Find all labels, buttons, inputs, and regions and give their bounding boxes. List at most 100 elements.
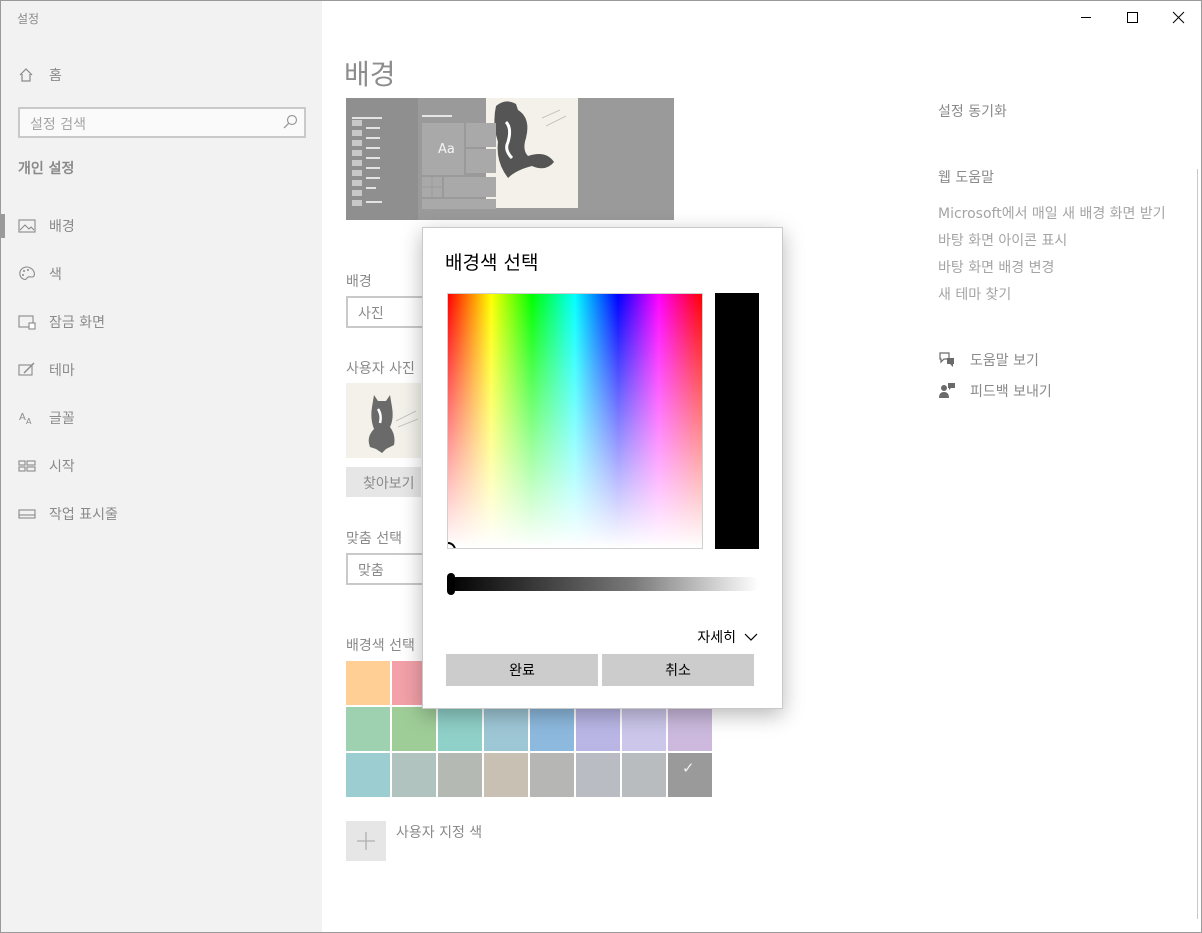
close-button[interactable] xyxy=(1155,1,1201,34)
color-swatch[interactable] xyxy=(484,707,528,751)
app-title: 설정 xyxy=(17,12,40,26)
color-swatch[interactable] xyxy=(346,707,390,751)
custom-color-label[interactable]: 사용자 지정 색 xyxy=(396,822,482,842)
brightness-slider-thumb[interactable] xyxy=(447,573,455,595)
cancel-button[interactable]: 취소 xyxy=(602,654,754,686)
fit-dropdown-value: 맞춤 xyxy=(358,563,384,579)
chevron-down-icon xyxy=(744,633,758,641)
background-dropdown[interactable]: 사진 xyxy=(346,296,426,328)
preview-tile-text: Aa xyxy=(438,142,455,157)
section-title: 개인 설정 xyxy=(18,161,75,177)
sidebar-item-label: 글꼴 xyxy=(49,411,75,427)
home-nav[interactable]: 홈 xyxy=(18,64,62,86)
maximize-button[interactable] xyxy=(1109,1,1155,34)
color-swatch[interactable] xyxy=(392,707,436,751)
color-swatch[interactable] xyxy=(622,707,666,751)
search-placeholder: 설정 검색 xyxy=(30,117,86,133)
plus-icon xyxy=(357,832,375,850)
background-label: 배경 xyxy=(346,274,372,290)
done-button[interactable]: 완료 xyxy=(446,654,598,686)
brightness-slider[interactable] xyxy=(447,577,759,591)
home-label: 홈 xyxy=(49,68,62,84)
close-icon xyxy=(1172,11,1185,24)
sidebar-item-label: 색 xyxy=(49,267,62,283)
sidebar-item-background[interactable]: 배경 xyxy=(1,206,322,246)
background-dropdown-value: 사진 xyxy=(358,306,384,322)
cat-thumbnail xyxy=(346,383,421,458)
home-icon xyxy=(19,68,33,82)
color-swatch[interactable] xyxy=(530,753,574,797)
send-feedback-link[interactable]: 피드백 보내기 xyxy=(938,380,1052,400)
color-swatch[interactable] xyxy=(438,707,482,751)
user-photo-label: 사용자 사진 xyxy=(346,361,415,377)
spectrum-saturation-layer xyxy=(448,294,702,548)
color-swatch[interactable] xyxy=(576,753,620,797)
taskbar-icon xyxy=(18,509,36,519)
get-help-link[interactable]: 도움말 보기 xyxy=(938,349,1039,369)
sidebar-item-label: 테마 xyxy=(49,363,75,379)
settings-window: 설정 홈 설정 검색 개인 설정 배경 색 잠금 화면 테마 A A 글꼴 시작… xyxy=(0,0,1202,933)
web-help-title: 웹 도움말 xyxy=(938,170,994,186)
minimize-icon xyxy=(1081,17,1091,18)
sidebar-item-themes[interactable]: 테마 xyxy=(1,350,322,390)
bg-color-label: 배경색 선택 xyxy=(346,638,415,654)
sidebar-item-start[interactable]: 시작 xyxy=(1,446,322,486)
preview-illustration xyxy=(346,98,674,220)
color-swatch[interactable] xyxy=(668,707,712,751)
svg-text:A: A xyxy=(26,417,32,426)
color-swatch[interactable] xyxy=(484,753,528,797)
minimize-button[interactable] xyxy=(1063,1,1109,34)
help-link-desktop-icons[interactable]: 바탕 화면 아이콘 표시 xyxy=(938,230,1067,250)
scrollbar-track[interactable] xyxy=(1197,169,1198,919)
sidebar-item-fonts[interactable]: A A 글꼴 xyxy=(1,398,322,438)
sidebar: 설정 홈 설정 검색 개인 설정 배경 색 잠금 화면 테마 A A 글꼴 시작… xyxy=(1,1,322,932)
lock-screen-icon xyxy=(18,315,36,330)
help-chat-icon xyxy=(939,352,954,367)
more-toggle[interactable]: 자세히 xyxy=(697,627,758,647)
search-icon xyxy=(283,114,298,129)
feedback-icon xyxy=(939,383,955,398)
sidebar-item-lock-screen[interactable]: 잠금 화면 xyxy=(1,302,322,342)
fit-label: 맞춤 선택 xyxy=(346,531,402,547)
color-swatch[interactable] xyxy=(346,753,390,797)
help-link-find-themes[interactable]: 새 테마 찾기 xyxy=(938,284,1011,304)
sidebar-item-label: 잠금 화면 xyxy=(49,315,105,331)
sidebar-item-label: 시작 xyxy=(49,459,75,475)
fit-dropdown[interactable]: 맞춤 xyxy=(346,553,426,585)
color-swatch[interactable] xyxy=(438,753,482,797)
page-title: 배경 xyxy=(344,58,396,91)
color-swatch[interactable] xyxy=(346,661,390,705)
search-input[interactable]: 설정 검색 xyxy=(18,107,306,138)
palette-icon xyxy=(19,266,35,280)
sidebar-item-label: 작업 표시줄 xyxy=(49,507,118,523)
color-swatch[interactable]: ✓ xyxy=(668,753,712,797)
color-swatch[interactable] xyxy=(622,753,666,797)
color-spectrum[interactable] xyxy=(447,293,703,549)
recent-photo-thumbnail[interactable] xyxy=(346,383,421,458)
theme-icon xyxy=(18,362,35,376)
get-help-label: 도움말 보기 xyxy=(970,353,1039,369)
color-swatch[interactable] xyxy=(392,753,436,797)
browse-button[interactable]: 찾아보기 xyxy=(346,467,421,497)
selected-color-preview xyxy=(715,293,759,549)
maximize-icon xyxy=(1127,12,1138,23)
color-picker-dialog: 배경색 선택 자세히 완료 취소 xyxy=(422,227,783,709)
help-link-change-background[interactable]: 바탕 화면 배경 변경 xyxy=(938,257,1054,277)
sidebar-item-taskbar[interactable]: 작업 표시줄 xyxy=(1,494,322,534)
color-swatch[interactable] xyxy=(530,707,574,751)
more-label: 자세히 xyxy=(697,630,736,646)
sidebar-item-label: 배경 xyxy=(49,219,75,235)
sidebar-item-color[interactable]: 색 xyxy=(1,254,322,294)
sync-settings-link[interactable]: 설정 동기화 xyxy=(938,101,1007,121)
picture-icon xyxy=(18,219,36,233)
send-feedback-label: 피드백 보내기 xyxy=(970,384,1052,400)
desktop-preview: Aa xyxy=(346,98,674,220)
color-swatch[interactable] xyxy=(576,707,620,751)
dialog-title: 배경색 선택 xyxy=(445,252,539,274)
add-custom-color-button[interactable] xyxy=(346,821,386,861)
start-icon xyxy=(18,460,36,472)
help-link-daily-wallpaper[interactable]: Microsoft에서 매일 새 배경 화면 받기 xyxy=(938,203,1166,223)
svg-text:A: A xyxy=(19,412,26,423)
browse-button-label: 찾아보기 xyxy=(363,476,415,492)
font-icon: A A xyxy=(19,412,32,426)
